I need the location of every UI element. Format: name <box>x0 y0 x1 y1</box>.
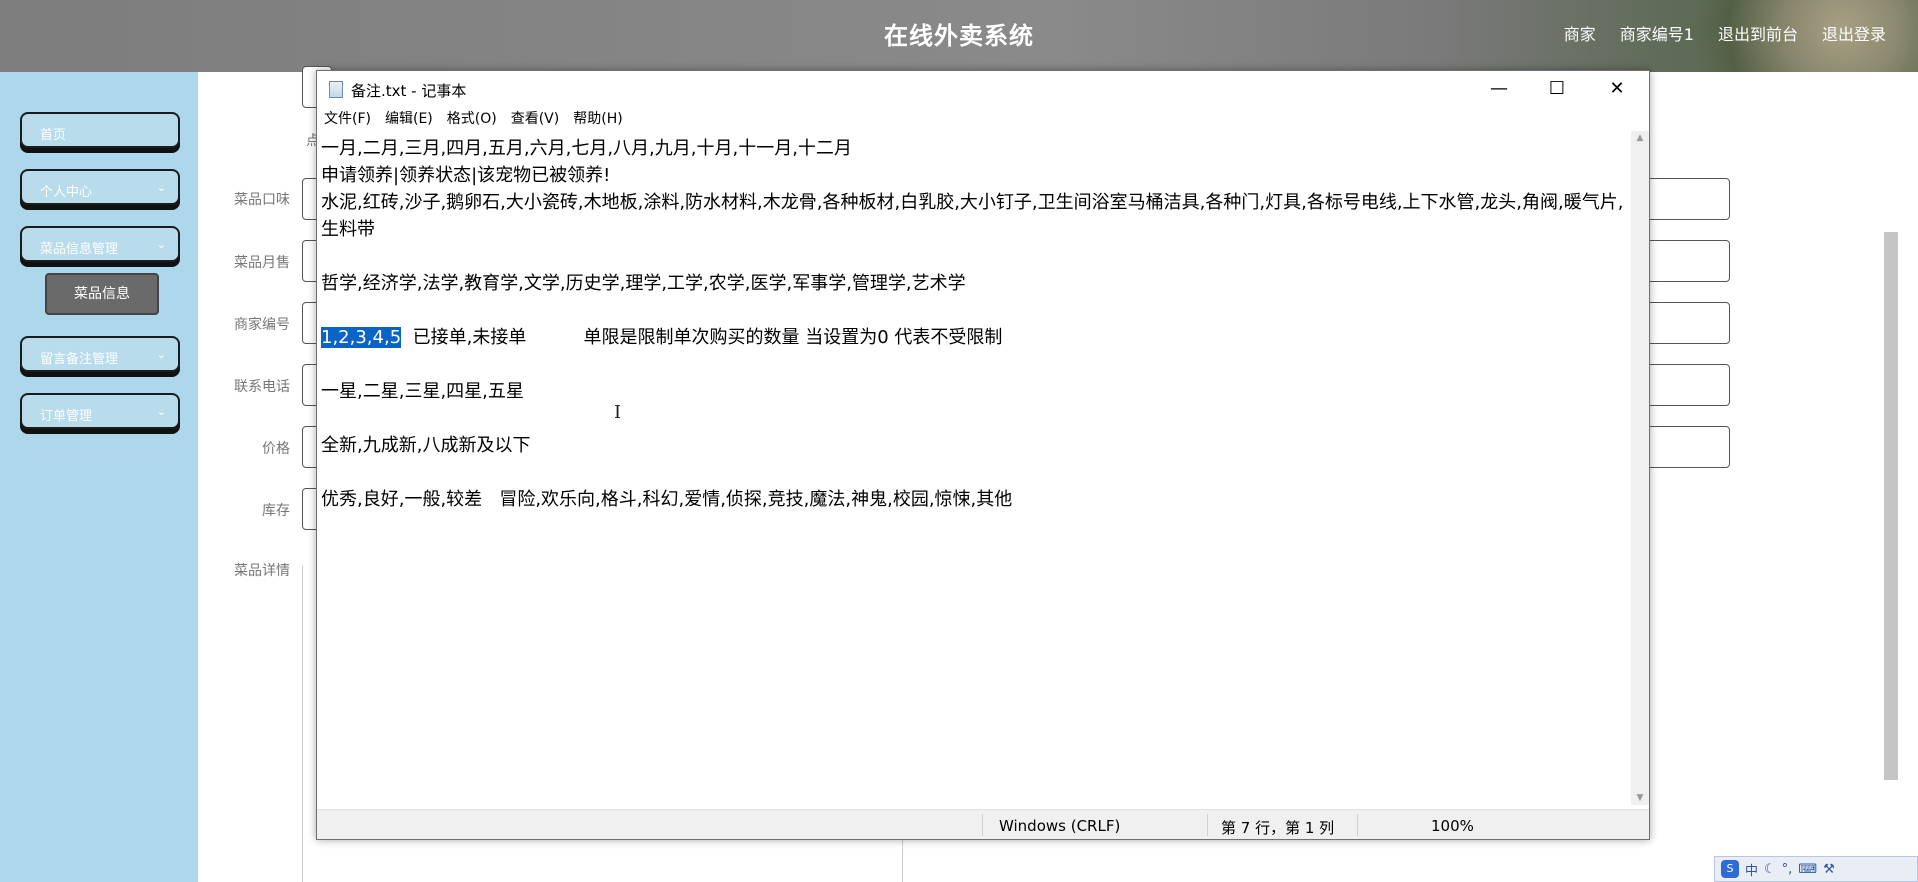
tool-icon[interactable]: ⚒ <box>1823 862 1835 877</box>
sidebar: 首页 个人中心 ⌄ 菜品信息管理 ⌄ 菜品信息 留言备注管理 ⌄ 订单管理 ⌄ <box>0 72 198 882</box>
sidebar-item-home[interactable]: 首页 <box>20 112 180 148</box>
text-line <box>321 459 1629 486</box>
punctuation-icon[interactable]: °, <box>1782 862 1793 877</box>
notepad-menubar: 文件(F) 编辑(E) 格式(O) 查看(V) 帮助(H) <box>317 107 1649 131</box>
status-zoom: 100% <box>1431 817 1474 835</box>
chevron-down-icon: ⌄ <box>156 181 166 194</box>
sidebar-item-personal-center[interactable]: 个人中心 ⌄ <box>20 169 180 205</box>
sidebar-subitem-dish-info[interactable]: 菜品信息 <box>45 273 159 315</box>
merchant-id-field-right[interactable] <box>1638 302 1730 344</box>
text-line <box>321 405 1629 432</box>
sidebar-item-label: 订单管理 <box>40 409 93 424</box>
status-separator <box>1207 814 1208 836</box>
sidebar-item-message-management[interactable]: 留言备注管理 ⌄ <box>20 336 180 372</box>
editor-divider <box>902 840 903 882</box>
chevron-down-icon: ⌄ <box>156 238 166 251</box>
chevron-down-icon: ⌄ <box>156 348 166 361</box>
label-phone: 联系电话 <box>234 379 290 395</box>
label-merchant-id: 商家编号 <box>234 317 290 333</box>
merchant-id-label: 商家编号1 <box>1619 25 1694 44</box>
text-line: 一月,二月,三月,四月,五月,六月,七月,八月,九月,十月,十一月,十二月 <box>321 138 852 159</box>
text-line <box>321 351 1629 378</box>
menu-view[interactable]: 查看(V) <box>511 107 560 131</box>
logout-link[interactable]: 退出登录 <box>1822 21 1886 45</box>
sidebar-item-dish-management[interactable]: 菜品信息管理 ⌄ <box>20 226 180 262</box>
notepad-window: 备注.txt - 记事本 — ☐ ✕ 文件(F) 编辑(E) 格式(O) 查看(… <box>316 70 1650 840</box>
menu-edit[interactable]: 编辑(E) <box>385 107 433 131</box>
text-line <box>321 297 1629 324</box>
selected-text: 1,2,3,4,5 <box>321 327 402 348</box>
text-cursor-icon: I <box>614 402 622 423</box>
keyboard-icon[interactable]: ⌨ <box>1798 862 1817 877</box>
menu-file[interactable]: 文件(F) <box>324 107 371 131</box>
notepad-statusbar: Windows (CRLF) 第 7 行，第 1 列 100% <box>317 809 1649 839</box>
text-line: 水泥,红砖,沙子,鹅卵石,大小瓷砖,木地板,涂料,防水材料,木龙骨,各种板材,白… <box>321 192 1624 240</box>
label-dish-details: 菜品详情 <box>234 563 290 579</box>
monthly-sales-field-right[interactable] <box>1638 240 1730 282</box>
scroll-down-icon[interactable]: ▼ <box>1631 793 1649 803</box>
text-line: 全新,九成新,八成新及以下 <box>321 435 531 456</box>
status-position: 第 7 行，第 1 列 <box>1221 819 1335 837</box>
text-line: 一星,二星,三星,四星,五星 <box>321 381 524 402</box>
close-icon[interactable]: ✕ <box>1589 75 1645 103</box>
moon-icon[interactable]: ☾ <box>1764 862 1776 877</box>
ime-toolbar[interactable]: S 中 ☾ °, ⌨ ⚒ <box>1714 856 1918 882</box>
phone-field-right[interactable] <box>1638 364 1730 406</box>
sidebar-item-label: 留言备注管理 <box>40 352 119 367</box>
top-header-bar: 在线外卖系统 商家 商家编号1 退出到前台 退出登录 <box>0 0 1918 72</box>
maximize-icon[interactable]: ☐ <box>1529 75 1585 103</box>
price-field-right[interactable] <box>1638 426 1730 468</box>
partial-label: 点 <box>306 133 320 149</box>
menu-format[interactable]: 格式(O) <box>447 107 497 131</box>
sidebar-item-label: 个人中心 <box>40 185 93 200</box>
text-line <box>321 243 1629 270</box>
text-line: 优秀,良好,一般,较差 冒险,欢乐向,格斗,科幻,爱情,侦探,竞技,魔法,神鬼,… <box>321 489 1013 510</box>
label-stock: 库存 <box>262 503 290 519</box>
notepad-text-area[interactable]: 一月,二月,三月,四月,五月,六月,七月,八月,九月,十月,十一月,十二月 申请… <box>317 131 1633 805</box>
label-dish-flavor: 菜品口味 <box>234 192 290 208</box>
minimize-icon[interactable]: — <box>1471 75 1527 103</box>
status-separator <box>1357 814 1358 836</box>
back-to-front-link[interactable]: 退出到前台 <box>1718 21 1798 45</box>
sidebar-item-order-management[interactable]: 订单管理 ⌄ <box>20 393 180 429</box>
ime-language[interactable]: 中 <box>1745 860 1758 879</box>
label-dish-monthly-sales: 菜品月售 <box>234 255 290 271</box>
notepad-titlebar[interactable]: 备注.txt - 记事本 — ☐ ✕ <box>317 71 1649 107</box>
sidebar-item-label: 首页 <box>40 128 67 143</box>
notepad-vertical-scrollbar[interactable]: ▲ ▼ <box>1631 131 1649 805</box>
menu-help[interactable]: 帮助(H) <box>573 107 622 131</box>
text-line-rest: 已接单,未接单 单限是限制单次购买的数量 当设置为0 代表不受限制 <box>401 327 1003 348</box>
flavor-field-right[interactable] <box>1638 178 1730 220</box>
text-line: 哲学,经济学,法学,教育学,文学,历史学,理学,工学,农学,医学,军事学,管理学… <box>321 273 966 294</box>
chevron-down-icon: ⌄ <box>156 405 166 418</box>
status-separator <box>982 814 983 836</box>
notepad-doc-icon <box>329 81 343 98</box>
scroll-up-icon[interactable]: ▲ <box>1631 133 1649 143</box>
ime-logo-icon: S <box>1721 860 1739 878</box>
text-line-selected: 1,2,3,4,5 已接单,未接单 单限是限制单次购买的数量 当设置为0 代表不… <box>321 324 1629 351</box>
editor-left-border <box>302 566 303 882</box>
notepad-title: 备注.txt - 记事本 <box>351 82 467 100</box>
status-encoding: Windows (CRLF) <box>999 817 1121 835</box>
text-line: 申请领养|领养状态|该宠物已被领养! <box>321 165 611 186</box>
label-price: 价格 <box>262 441 290 457</box>
page-scrollbar[interactable] <box>1884 232 1898 780</box>
user-role-label: 商家 <box>1563 25 1596 44</box>
sidebar-item-label: 菜品信息管理 <box>40 242 119 257</box>
header-links: 商家 商家编号1 退出到前台 退出登录 <box>1564 21 1886 45</box>
